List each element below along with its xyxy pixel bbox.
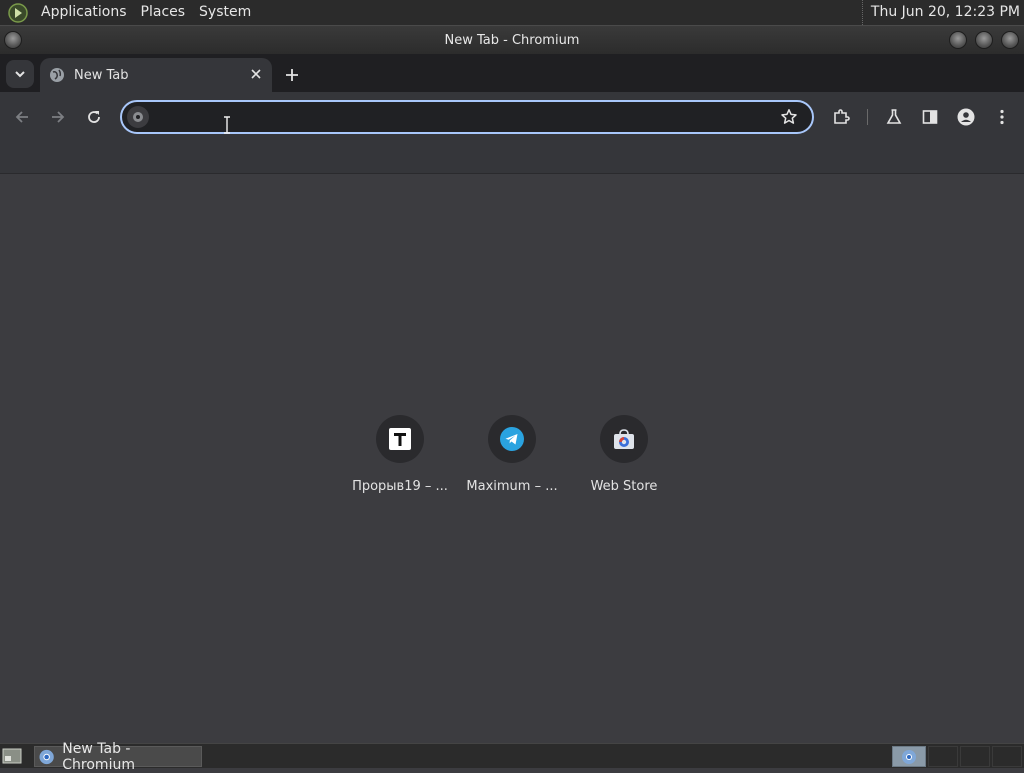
profile-icon bbox=[957, 108, 975, 126]
chromium-logo-icon bbox=[133, 112, 143, 122]
bookmark-star-icon[interactable] bbox=[780, 108, 798, 126]
bookmarks-bar bbox=[0, 142, 1024, 174]
window-title: New Tab - Chromium bbox=[444, 33, 580, 48]
panel-clock[interactable]: Thu Jun 20, 12:23 PM bbox=[861, 0, 1020, 25]
minimize-button[interactable] bbox=[949, 31, 967, 49]
forward-icon bbox=[52, 111, 65, 123]
maximize-button[interactable] bbox=[975, 31, 993, 49]
workspace-2[interactable] bbox=[928, 746, 958, 767]
tab-new-tab[interactable]: New Tab bbox=[40, 58, 272, 92]
telegram-icon bbox=[500, 427, 524, 451]
top-panel: Applications Places System Thu Jun 20, 1… bbox=[0, 0, 1024, 25]
menu-system[interactable]: System bbox=[192, 0, 258, 25]
shortcut-tile[interactable]: Web Store bbox=[568, 411, 680, 501]
shortcut-label: Web Store bbox=[590, 479, 658, 494]
shortcut-tile[interactable]: Maximum – ... bbox=[456, 411, 568, 501]
chromium-icon bbox=[902, 749, 916, 764]
shortcut-tile[interactable]: Прорыв19 – ... bbox=[344, 411, 456, 501]
extensions-button[interactable] bbox=[829, 105, 853, 129]
menu-icon bbox=[1000, 109, 1004, 125]
workspace-1[interactable] bbox=[892, 746, 926, 767]
chromium-icon bbox=[39, 749, 54, 764]
bottom-taskbar: New Tab - Chromium bbox=[0, 741, 1024, 773]
extensions-icon bbox=[834, 109, 850, 124]
taskbar-item-chromium[interactable]: New Tab - Chromium bbox=[34, 741, 202, 773]
forward-button[interactable] bbox=[46, 105, 70, 129]
shortcut-icon-container bbox=[488, 415, 536, 463]
tab-strip: New Tab bbox=[0, 54, 1024, 92]
shortcut-icon-container bbox=[600, 415, 648, 463]
toolbar-separator bbox=[867, 109, 868, 125]
chevron-down-icon bbox=[15, 71, 25, 78]
labs-button[interactable] bbox=[882, 105, 906, 129]
back-button[interactable] bbox=[10, 105, 34, 129]
labs-flask-icon bbox=[886, 109, 902, 124]
tab-close-button[interactable] bbox=[248, 66, 264, 82]
new-tab-page: Прорыв19 – ... Maximum – ... Web Store bbox=[0, 175, 1024, 743]
window-menu-button[interactable] bbox=[4, 31, 22, 49]
globe-icon bbox=[50, 68, 64, 82]
web-store-icon bbox=[614, 429, 634, 449]
address-input[interactable] bbox=[156, 102, 766, 132]
site-info-button[interactable] bbox=[127, 106, 149, 128]
back-icon bbox=[15, 111, 28, 123]
side-panel-icon bbox=[922, 110, 938, 124]
distro-logo-icon[interactable] bbox=[8, 2, 28, 23]
menu-applications[interactable]: Applications bbox=[34, 0, 134, 25]
chrome-menu-button[interactable] bbox=[990, 105, 1014, 129]
text-cursor-icon bbox=[224, 116, 230, 134]
window-titlebar[interactable]: New Tab - Chromium bbox=[0, 25, 1024, 54]
workspace-3[interactable] bbox=[960, 746, 990, 767]
shortcut-icon-container bbox=[376, 415, 424, 463]
panel-menubar: Applications Places System bbox=[0, 0, 258, 25]
new-tab-button[interactable] bbox=[280, 63, 304, 87]
profile-button[interactable] bbox=[954, 105, 978, 129]
close-window-button[interactable] bbox=[1001, 31, 1019, 49]
t-letter-icon bbox=[389, 428, 411, 450]
tab-title: New Tab bbox=[74, 67, 129, 83]
menu-places[interactable]: Places bbox=[134, 0, 193, 25]
browser-toolbar bbox=[0, 92, 1024, 142]
workspace-4[interactable] bbox=[992, 746, 1022, 767]
tab-search-button[interactable] bbox=[6, 60, 34, 88]
reload-button[interactable] bbox=[82, 105, 106, 129]
side-panel-button[interactable] bbox=[918, 105, 942, 129]
plus-icon bbox=[286, 69, 298, 81]
reload-icon bbox=[88, 111, 100, 123]
shortcut-label: Прорыв19 – ... bbox=[352, 479, 448, 494]
close-icon bbox=[251, 69, 261, 79]
shortcut-label: Maximum – ... bbox=[466, 479, 558, 494]
show-desktop-icon[interactable] bbox=[2, 747, 22, 765]
